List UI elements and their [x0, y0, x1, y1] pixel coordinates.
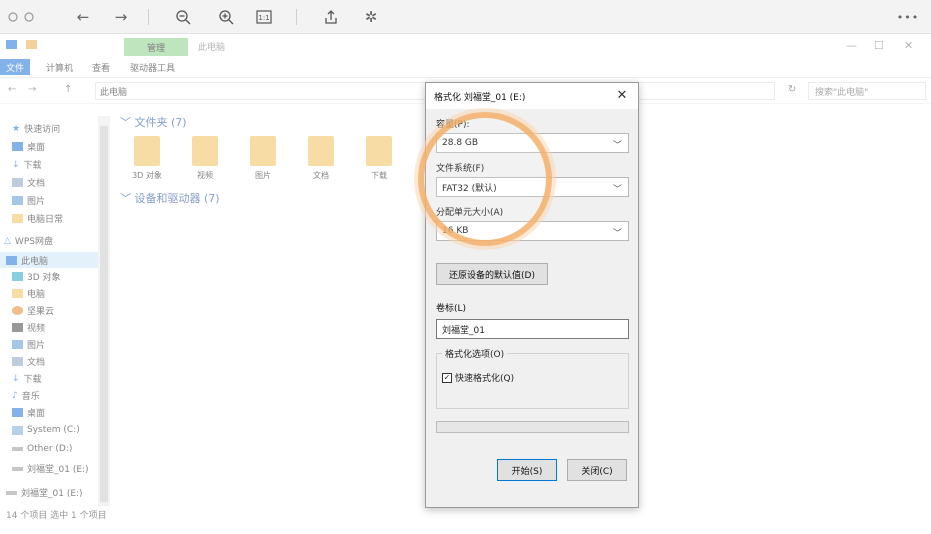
close-button[interactable]: 关闭(C) [567, 459, 627, 481]
chevron-down-icon: ﹀ [612, 141, 622, 151]
highlight-circle [418, 112, 552, 246]
nav-item-documents-2[interactable]: 文档 [12, 355, 45, 368]
refresh-icon[interactable]: ↻ [788, 84, 796, 95]
tab-manage[interactable]: 管理 [124, 38, 188, 56]
quick-format-checkbox[interactable]: ✓ 快速格式化(Q) [442, 371, 514, 384]
nav-item-pictures-2[interactable]: 图片 [12, 338, 45, 351]
zoom-in-icon[interactable] [215, 7, 237, 27]
toolbar-separator [148, 9, 149, 25]
dialog-title-bar: 格式化 刘福堂_01 (E:) ✕ [426, 83, 638, 109]
close-icon[interactable]: ✕ [614, 87, 630, 103]
nav-item-desktop[interactable]: 桌面 [12, 140, 45, 153]
nav-item-music[interactable]: ♪ 音乐 [12, 389, 40, 403]
nav-item-downloads[interactable]: ↓ 下载 [12, 158, 42, 172]
nav-forward-icon[interactable]: → [28, 84, 36, 95]
toolbar-separator [296, 9, 297, 25]
folder-icon [366, 136, 392, 166]
nav-item-drive-e[interactable]: 刘福堂_01 (E:) [12, 462, 89, 475]
nav-item-drive-e-2[interactable]: 刘福堂_01 (E:) [6, 486, 83, 499]
chevron-down-icon: ﹀ [612, 229, 622, 239]
format-progress-bar [436, 421, 629, 433]
folders-group-header[interactable]: ﹀ 文件夹 (7) [120, 114, 187, 130]
nav-item-wps[interactable]: △ WPS网盘 [4, 234, 53, 248]
tab-view[interactable]: 查看 [86, 59, 116, 75]
volume-label-input[interactable]: 刘福堂_01 [436, 319, 629, 339]
folder-documents[interactable]: 文档 [296, 136, 346, 188]
restore-defaults-button[interactable]: 还原设备的默认值(D) [436, 263, 548, 285]
nav-up-icon[interactable]: ↑ [64, 84, 72, 95]
nav-item-downloads-2[interactable]: ↓ 下载 [12, 372, 42, 386]
folder-icon [134, 136, 160, 166]
folder-icon [308, 136, 334, 166]
folder-icon [192, 136, 218, 166]
folder-pictures[interactable]: 图片 [238, 136, 288, 188]
computer-icon [6, 40, 17, 49]
arrow-left-icon[interactable]: ← [72, 7, 94, 27]
svg-text:1:1: 1:1 [258, 14, 269, 22]
tab-drive-tools[interactable]: 驱动器工具 [124, 59, 181, 75]
nav-item-videos[interactable]: 视频 [12, 321, 45, 334]
devices-group-header[interactable]: ﹀ 设备和驱动器 (7) [120, 190, 220, 206]
start-button[interactable]: 开始(S) [497, 459, 557, 481]
checkmark-icon: ✓ [442, 372, 452, 383]
format-options-legend: 格式化选项(O) [442, 347, 508, 360]
nav-scrollbar-thumb[interactable] [100, 126, 108, 502]
nav-item-this-pc[interactable]: 此电脑 [6, 254, 48, 267]
address-text: 此电脑 [100, 87, 128, 98]
fit-icon[interactable]: 1:1 [253, 7, 275, 27]
navigation-pane: ★ 快速访问 桌面 ↓ 下载 文档 图片 电脑日常 △ WPS网盘 此电脑 3D 对象… [0, 106, 112, 512]
circle-button-1[interactable] [6, 7, 20, 27]
chevron-down-icon: ﹀ [612, 185, 622, 195]
more-button[interactable]: ••• [896, 7, 920, 27]
ribbon-tabs: 文件 计算机 查看 驱动器工具 [0, 56, 931, 78]
nav-item-drive-c[interactable]: System (C:) [12, 425, 80, 435]
rotate-icon[interactable] [320, 7, 342, 27]
maximize-icon[interactable]: ☐ [874, 39, 884, 52]
minimize-icon[interactable]: — [846, 39, 857, 52]
dialog-title: 格式化 刘福堂_01 (E:) [434, 92, 526, 103]
nav-item-3d[interactable]: 3D 对象 [12, 270, 61, 283]
ribbon-top: 管理 此电脑 — ☐ ✕ [0, 34, 931, 56]
magic-wand-icon[interactable]: ✲ [360, 7, 382, 27]
nav-item-daily[interactable]: 电脑日常 [12, 212, 63, 225]
nav-item-drive-d[interactable]: Other (D:) [12, 444, 72, 454]
quick-access-icon [26, 40, 37, 49]
nav-item-documents[interactable]: 文档 [12, 176, 45, 189]
folder-downloads[interactable]: 下载 [354, 136, 404, 188]
viewer-toolbar: ← → 1:1 ✲ ••• [0, 0, 931, 34]
nav-item-jianguoyun[interactable]: 坚果云 [12, 304, 54, 317]
circle-button-2[interactable] [22, 7, 36, 27]
folder-videos[interactable]: 视频 [180, 136, 230, 188]
folder-3d-objects[interactable]: 3D 对象 [122, 136, 172, 188]
search-placeholder: 搜索"此电脑" [815, 87, 869, 98]
close-icon[interactable]: ✕ [904, 39, 913, 52]
window-title: 此电脑 [198, 43, 226, 53]
tab-file[interactable]: 文件 [0, 59, 31, 75]
search-input[interactable]: 搜索"此电脑" [808, 82, 926, 100]
nav-back-icon[interactable]: ← [8, 84, 16, 95]
arrow-right-icon[interactable]: → [110, 7, 132, 27]
nav-item-desktop-2[interactable]: 桌面 [12, 406, 45, 419]
zoom-out-icon[interactable] [172, 7, 194, 27]
nav-item-computer[interactable]: 电脑 [12, 287, 45, 300]
nav-item-pictures[interactable]: 图片 [12, 194, 45, 207]
tab-computer[interactable]: 计算机 [40, 59, 79, 75]
nav-item-quick-access[interactable]: ★ 快速访问 [12, 122, 60, 136]
status-bar: 14 个项目 选中 1 个项目 [6, 511, 107, 521]
volume-label-label: 卷标(L) [436, 304, 467, 314]
folder-icon [250, 136, 276, 166]
